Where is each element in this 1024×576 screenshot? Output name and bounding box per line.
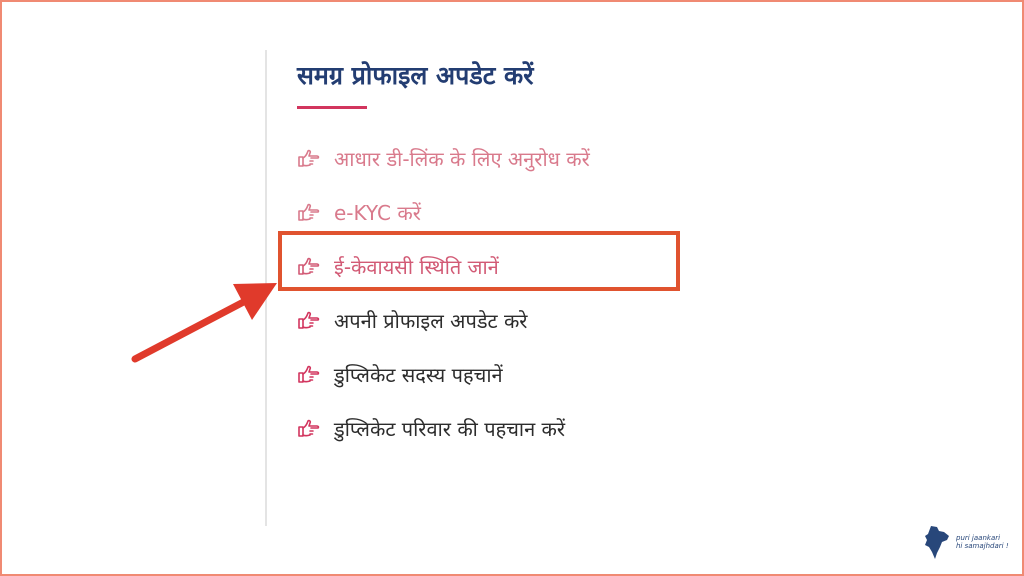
hand-point-right-icon: [298, 419, 320, 437]
india-map-logo-icon: [925, 526, 949, 559]
highlight-box: [278, 231, 680, 291]
menu-item-update-profile[interactable]: अपनी प्रोफाइल अपडेट करे: [298, 302, 528, 338]
menu-item-ekyc[interactable]: e-KYC करें: [298, 194, 421, 230]
pointer-arrow-icon: [131, 283, 277, 363]
menu-item-label: डुप्लिकेट परिवार की पहचान करें: [334, 416, 566, 441]
title-underline: [297, 106, 367, 109]
hand-point-right-icon: [298, 365, 320, 383]
brand-watermark: puri jaankari hi samajhdari !: [922, 522, 1009, 562]
menu-item-duplicate-family[interactable]: डुप्लिकेट परिवार की पहचान करें: [298, 410, 565, 446]
menu-item-duplicate-member[interactable]: डुप्लिकेट सदस्य पहचानें: [298, 356, 503, 392]
watermark-line-2: hi samajhdari !: [956, 542, 1009, 550]
menu-item-label: आधार डी-लिंक के लिए अनुरोध करें: [334, 146, 590, 171]
menu-item-label: अपनी प्रोफाइल अपडेट करे: [334, 308, 528, 333]
menu-item-label: डुप्लिकेट सदस्य पहचानें: [334, 362, 503, 387]
watermark-line-1: puri jaankari: [956, 534, 1001, 542]
hand-point-right-icon: [298, 149, 320, 167]
menu-item-aadhaar-delink[interactable]: आधार डी-लिंक के लिए अनुरोध करें: [298, 140, 590, 176]
section-title: समग्र प्रोफाइल अपडेट करें: [297, 61, 534, 90]
hand-point-right-icon: [298, 311, 320, 329]
menu-item-label: e-KYC करें: [334, 200, 421, 225]
hand-point-right-icon: [298, 203, 320, 221]
